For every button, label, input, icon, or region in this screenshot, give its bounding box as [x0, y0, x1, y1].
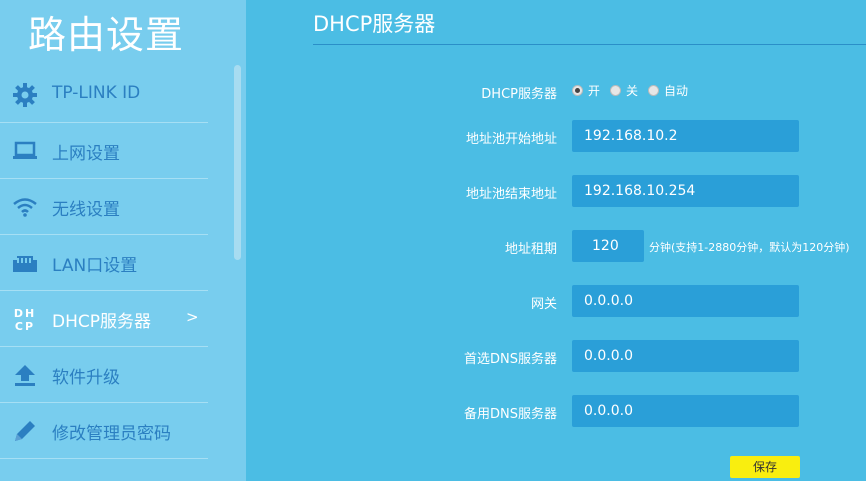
dhcp-icon: DH CP — [11, 305, 39, 333]
gear-icon — [11, 81, 39, 109]
primary-dns-input[interactable]: 0.0.0.0 — [572, 340, 799, 372]
sidebar-item-label: TP-LINK ID — [52, 83, 141, 103]
lease-time-input[interactable]: 120 — [572, 230, 644, 262]
sidebar-brand: 路由设置 — [28, 13, 185, 57]
lan-port-icon — [11, 249, 39, 277]
chevron-right-icon: > — [186, 308, 199, 326]
pool-end-input[interactable]: 192.168.10.254 — [572, 175, 799, 207]
wifi-icon — [11, 193, 39, 221]
backup-dns-label: 备用DNS服务器 — [464, 407, 557, 422]
radio-label: 开 — [588, 84, 601, 98]
sidebar-item-lan[interactable]: LAN口设置 — [0, 235, 208, 291]
gateway-label: 网关 — [530, 297, 557, 312]
svg-text:DH: DH — [14, 307, 36, 320]
sidebar: 路由设置 TP-LINK ID 上网设置 无线设置 LAN口设置 DH CP D… — [0, 0, 246, 481]
svg-text:CP: CP — [15, 320, 35, 333]
dhcp-server-label: DHCP服务器 — [481, 87, 557, 102]
sidebar-item-dhcp[interactable]: DH CP DHCP服务器 > — [0, 291, 208, 347]
sidebar-item-upgrade[interactable]: 软件升级 — [0, 347, 208, 403]
lease-time-hint: 分钟(支持1-2880分钟，默认为120分钟) — [649, 241, 850, 254]
sidebar-item-tplink-id[interactable]: TP-LINK ID — [0, 67, 208, 123]
sidebar-item-label: 无线设置 — [52, 200, 120, 220]
primary-dns-label: 首选DNS服务器 — [464, 352, 557, 367]
save-button[interactable]: 保存 — [730, 456, 800, 478]
pool-end-label: 地址池结束地址 — [465, 187, 557, 202]
laptop-icon — [11, 137, 39, 165]
dhcp-radio-auto[interactable]: 自动 — [648, 82, 688, 99]
sidebar-item-wireless[interactable]: 无线设置 — [0, 179, 208, 235]
backup-dns-input[interactable]: 0.0.0.0 — [572, 395, 799, 427]
radio-dot[interactable] — [572, 85, 583, 96]
sidebar-item-label: 软件升级 — [52, 368, 120, 388]
sidebar-item-label: DHCP服务器 — [52, 312, 151, 332]
sidebar-scrollbar[interactable] — [234, 65, 241, 260]
lease-time-label: 地址租期 — [504, 242, 557, 257]
sidebar-item-admin-password[interactable]: 修改管理员密码 — [0, 403, 208, 459]
title-divider — [313, 44, 866, 45]
radio-label: 关 — [626, 84, 639, 98]
upload-icon — [11, 361, 39, 389]
sidebar-item-label: 上网设置 — [52, 144, 120, 164]
dhcp-radio-off[interactable]: 关 — [610, 82, 638, 99]
dhcp-radio-on[interactable]: 开 — [572, 82, 600, 99]
sidebar-item-label: 修改管理员密码 — [52, 424, 171, 444]
pool-start-label: 地址池开始地址 — [465, 132, 557, 147]
pencil-icon — [11, 417, 39, 445]
radio-dot[interactable] — [648, 85, 660, 96]
gateway-input[interactable]: 0.0.0.0 — [572, 285, 799, 317]
dhcp-server-radio-group: 开 关 自动 — [572, 82, 698, 99]
sidebar-item-label: LAN口设置 — [52, 256, 138, 276]
sidebar-item-internet[interactable]: 上网设置 — [0, 123, 208, 179]
page-title: DHCP服务器 — [313, 12, 436, 36]
radio-dot[interactable] — [610, 85, 622, 96]
radio-label: 自动 — [664, 84, 689, 98]
pool-start-input[interactable]: 192.168.10.2 — [572, 120, 799, 152]
